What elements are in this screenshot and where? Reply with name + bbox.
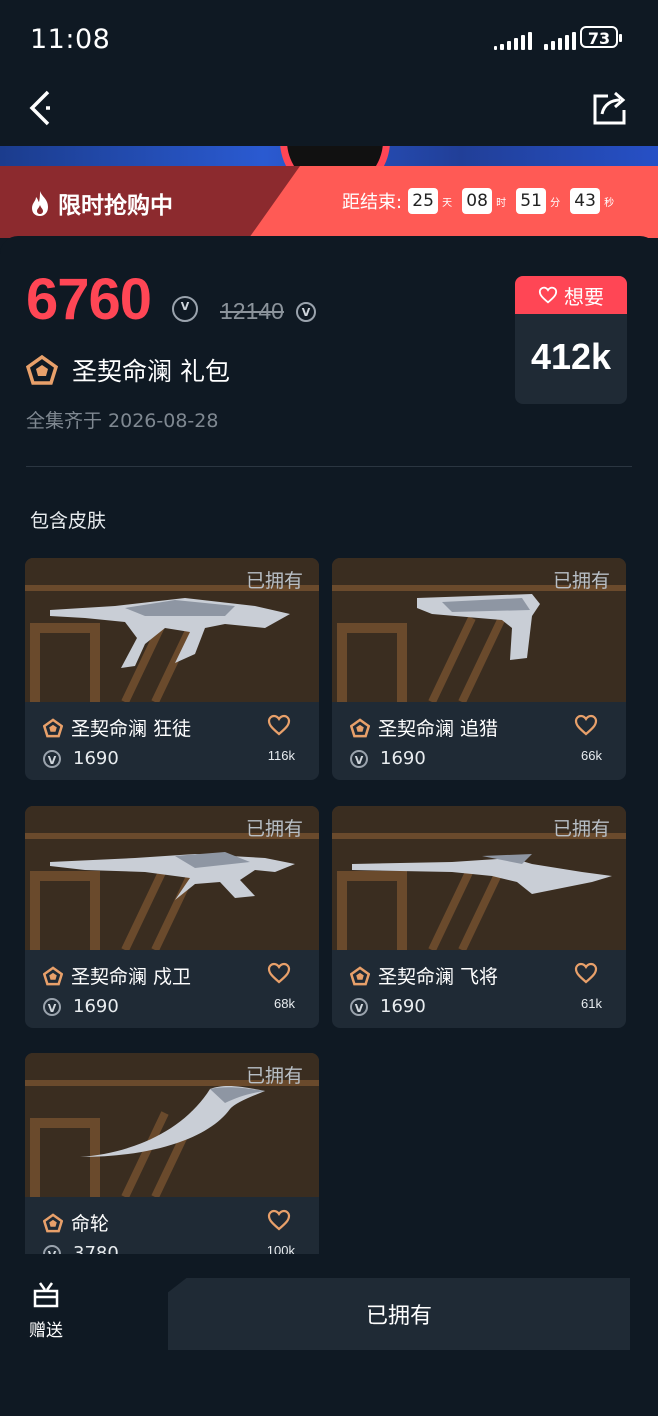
owned-label: 已拥有 xyxy=(245,818,303,840)
skin-price-row: 1690 xyxy=(43,748,119,769)
heart-icon[interactable] xyxy=(267,1209,291,1231)
countdown-hours-unit: 时 xyxy=(496,197,507,209)
skin-image: 已拥有 xyxy=(25,806,319,950)
flame-icon xyxy=(28,189,52,217)
skin-image: 已拥有 xyxy=(332,806,626,950)
want-button[interactable]: 想要 412k xyxy=(515,276,627,404)
skin-card[interactable]: 已拥有圣契命澜 追猎 1690 66k xyxy=(332,558,626,780)
tier-badge-icon xyxy=(43,1212,63,1233)
top-nav xyxy=(0,80,658,146)
skin-price-row: 1690 xyxy=(350,996,426,1017)
skin-price-row: 1690 xyxy=(350,748,426,769)
heart-icon[interactable] xyxy=(267,962,291,984)
countdown-hours: 08 xyxy=(462,188,493,214)
countdown-minutes-unit: 分 xyxy=(550,197,561,209)
heart-icon[interactable] xyxy=(574,714,598,736)
owned-label: 已拥有 xyxy=(245,570,303,592)
divider xyxy=(26,466,632,467)
bundle-original-price: 12140 xyxy=(220,298,284,324)
skin-image: 已拥有 xyxy=(332,558,626,702)
status-time: 11:08 xyxy=(30,24,111,55)
owned-action-button[interactable]: 已拥有 xyxy=(168,1278,630,1350)
bundle-price: 6760 xyxy=(26,267,152,332)
skin-card[interactable]: 已拥有命轮3780100k xyxy=(25,1053,319,1275)
flash-sale-title: 限时抢购中 xyxy=(28,186,173,220)
skin-likes: 61k xyxy=(581,996,602,1011)
want-label: 想要 xyxy=(564,284,604,309)
vp-currency-icon xyxy=(43,997,61,1016)
countdown-minutes: 51 xyxy=(516,188,547,214)
skin-name: 命轮 xyxy=(71,1213,110,1235)
signal-icon xyxy=(494,28,532,50)
back-arrow-icon[interactable] xyxy=(24,86,64,130)
countdown: 距结束: 25 天 08 时 51 分 43 秒 xyxy=(342,188,618,214)
skin-likes: 66k xyxy=(581,748,602,763)
battery-icon: 73 xyxy=(580,26,622,48)
skin-price: 1690 xyxy=(380,748,426,769)
gift-button[interactable]: 赠送 xyxy=(24,1280,68,1341)
skin-title: 圣契命澜 戍卫 xyxy=(43,962,191,989)
status-bar: 11:08 73 xyxy=(0,0,658,80)
vp-currency-icon xyxy=(172,296,198,322)
skin-title: 命轮 xyxy=(43,1209,109,1236)
skin-title: 圣契命澜 飞将 xyxy=(350,962,498,989)
bundle-title: 圣契命澜 礼包 xyxy=(26,352,230,388)
want-count: 412k xyxy=(530,336,612,377)
owned-label: 已拥有 xyxy=(552,818,610,840)
skin-price: 1690 xyxy=(73,748,119,769)
skin-name: 圣契命澜 追猎 xyxy=(378,718,499,740)
skin-price: 1690 xyxy=(73,996,119,1017)
bottom-action-bar: 赠送 已拥有 xyxy=(0,1254,658,1416)
countdown-seconds-unit: 秒 xyxy=(604,197,615,209)
skin-name: 圣契命澜 戍卫 xyxy=(71,966,192,988)
vp-currency-icon xyxy=(43,749,61,768)
owned-label: 已拥有 xyxy=(245,1065,303,1087)
heart-icon[interactable] xyxy=(574,962,598,984)
flash-sale-strip: 限时抢购中 距结束: 25 天 08 时 51 分 43 秒 xyxy=(0,166,658,238)
skin-price: 1690 xyxy=(380,996,426,1017)
vp-currency-icon xyxy=(296,302,316,322)
skin-likes: 116k xyxy=(267,748,295,763)
flash-sale-label: 限时抢购中 xyxy=(58,193,173,219)
skin-likes: 68k xyxy=(274,996,295,1011)
tier-badge-icon xyxy=(350,717,370,738)
vp-currency-icon xyxy=(350,997,368,1016)
countdown-days-unit: 天 xyxy=(442,197,453,209)
skin-card[interactable]: 已拥有圣契命澜 狂徒 1690 116k xyxy=(25,558,319,780)
bundle-name: 圣契命澜 礼包 xyxy=(72,357,230,386)
skin-image: 已拥有 xyxy=(25,558,319,702)
section-title: 包含皮肤 xyxy=(30,510,107,532)
skin-title: 圣契命澜 狂徒 xyxy=(43,714,191,741)
signal-icon-2 xyxy=(544,28,576,50)
share-icon[interactable] xyxy=(590,88,630,128)
bundle-detail-panel: 6760 12140 想要 412k 圣契命澜 礼包 全集齐于 2026-08-… xyxy=(0,236,658,1276)
tier-badge-icon xyxy=(26,355,58,385)
countdown-seconds: 43 xyxy=(570,188,601,214)
tier-badge-icon xyxy=(350,965,370,986)
heart-icon xyxy=(538,286,558,304)
owned-label: 已拥有 xyxy=(552,570,610,592)
bundle-complete-date: 全集齐于 2026-08-28 xyxy=(26,410,219,432)
skin-title: 圣契命澜 追猎 xyxy=(350,714,498,741)
gift-icon xyxy=(24,1280,68,1310)
skin-card[interactable]: 已拥有圣契命澜 戍卫 1690 68k xyxy=(25,806,319,1028)
heart-icon[interactable] xyxy=(267,714,291,736)
countdown-days: 25 xyxy=(408,188,439,214)
tier-badge-icon xyxy=(43,717,63,738)
skin-name: 圣契命澜 飞将 xyxy=(378,966,499,988)
skin-price-row: 1690 xyxy=(43,996,119,1017)
want-header: 想要 xyxy=(515,276,627,314)
skin-image: 已拥有 xyxy=(25,1053,319,1197)
vp-currency-icon xyxy=(350,749,368,768)
countdown-label: 距结束: xyxy=(342,192,403,213)
tier-badge-icon xyxy=(43,965,63,986)
skin-card[interactable]: 已拥有圣契命澜 飞将 1690 61k xyxy=(332,806,626,1028)
gift-label: 赠送 xyxy=(29,1321,63,1341)
skin-name: 圣契命澜 狂徒 xyxy=(71,718,192,740)
